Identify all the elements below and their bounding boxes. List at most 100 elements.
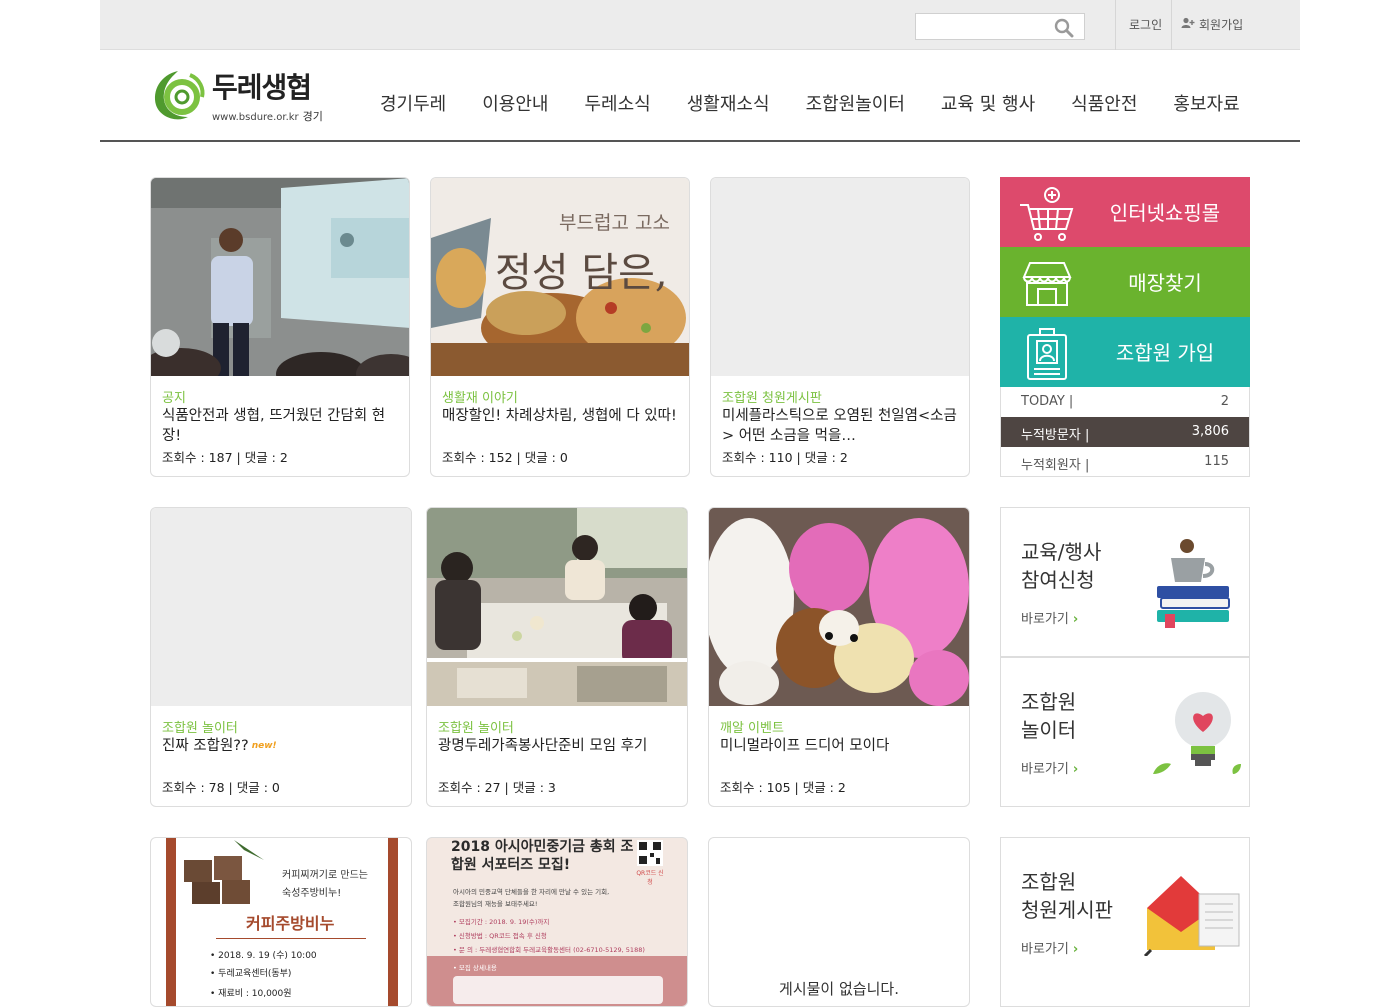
post-meta: 조회수 : 78 | 댓글 : 0 (162, 780, 280, 795)
post-thumbnail (427, 508, 687, 706)
leaf-logo-icon (150, 67, 206, 127)
user-plus-icon (1181, 17, 1195, 32)
chevron-right-icon: › (1072, 612, 1079, 627)
site-header: 두레생협 www.bsdure.or.kr 경기 경기두레 이용안내 두레소식 생… (100, 50, 1300, 142)
coffee-books-icon (1151, 534, 1235, 636)
logo-brand: 두레생협 (212, 71, 312, 104)
stat-total-members: 누적회원자 | 115 (1001, 447, 1249, 477)
poster-title: 2018 아시아민중기금 총회 조합원 서포터즈 모집! (451, 839, 634, 873)
envelope-letter-icon (1141, 872, 1245, 960)
post-title[interactable]: 식품안전과 생협, 뜨거웠던 간담회 현장! (162, 406, 400, 446)
post-views: 조회수 : 27 (438, 780, 501, 795)
stat-value: 115 (1204, 454, 1229, 469)
lightbulb-heart-icon (1147, 684, 1243, 784)
post-meta: 조회수 : 187 | 댓글 : 2 (162, 450, 288, 465)
post-title-line[interactable]: 진짜 조합원?? new! (162, 736, 400, 756)
post-comments: 댓글 : 0 (236, 780, 280, 795)
post-category: 공지 (162, 391, 186, 406)
post-meta: 조회수 : 110 | 댓글 : 2 (722, 450, 848, 465)
post-thumbnail (709, 508, 969, 706)
member-petition-promo[interactable]: 조합원 청원게시판 바로가기 › (1000, 837, 1250, 1007)
post-thumbnail-placeholder (151, 508, 411, 706)
post-category: 조합원 놀이터 (438, 721, 514, 736)
login-link[interactable]: 로그인 (1129, 16, 1162, 33)
nav-item-product-news[interactable]: 생활재소식 (687, 90, 770, 116)
post-card[interactable]: 조합원 청원게시판 미세플라스틱으로 오염된 천일염<소금> 어떤 소금을 먹을… (710, 177, 970, 477)
poster-card[interactable]: 2018 아시아민중기금 총회 조합원 서포터즈 모집! QR코드 신청 아시아… (426, 837, 688, 1007)
poster-card[interactable]: 커피찌꺼기로 만드는 숙성주방비누! 커피주방비누 • 2018. 9. 19 … (150, 837, 412, 1007)
poster-line: • 모집기간 : 2018. 9. 19(수)까지 (453, 918, 550, 926)
promo-link[interactable]: 바로가기 › (1021, 938, 1078, 957)
online-shop-label: 인터넷쇼핑몰 (1109, 201, 1221, 225)
poster-line: • 신청방법 : QR코드 접속 후 신청 (453, 932, 547, 940)
nav-item-news[interactable]: 두레소식 (585, 90, 651, 116)
post-comments: 댓글 : 0 (524, 450, 568, 465)
empty-card: 게시물이 없습니다. (708, 837, 970, 1007)
nav-item-guide[interactable]: 이용안내 (482, 90, 548, 116)
post-title[interactable]: 미니멀라이프 드디어 모이다 (720, 736, 958, 756)
join-link[interactable]: 회원가입 (1181, 16, 1243, 33)
online-shop-button[interactable]: 인터넷쇼핑몰 (1000, 177, 1250, 247)
post-card[interactable]: 조합원 놀이터 진짜 조합원?? new! 조회수 : 78 | 댓글 : 0 (150, 507, 412, 807)
promo-title: 교육/행사 참여신청 (1021, 540, 1102, 592)
post-views: 조회수 : 78 (162, 780, 225, 795)
poster-detail: • 모집 상세내용 (453, 964, 497, 972)
poster-body: 조합원님의 재능을 보태주세요! (453, 900, 538, 908)
nav-item-promotion[interactable]: 홍보자료 (1173, 90, 1239, 116)
store-locator-button[interactable]: 매장찾기 (1000, 247, 1250, 317)
post-card[interactable]: 공지 식품안전과 생협, 뜨거웠던 간담회 현장! 조회수 : 187 | 댓글… (150, 177, 410, 477)
main-nav: 경기두레 이용안내 두레소식 생활재소식 조합원놀이터 교육 및 행사 식품안전… (380, 90, 1240, 116)
login-label: 로그인 (1129, 18, 1163, 32)
nav-item-food-safety[interactable]: 식품안전 (1071, 90, 1137, 116)
member-playground-promo[interactable]: 조합원 놀이터 바로가기 › (1000, 657, 1250, 807)
member-join-label: 조합원 가입 (1115, 341, 1215, 365)
post-title[interactable]: 광명두레가족봉사단준비 모임 후기 (438, 736, 676, 756)
post-title[interactable]: 매장할인! 차례상차림, 생협에 다 있따! (442, 406, 680, 426)
post-category: 조합원 청원게시판 (722, 391, 822, 406)
member-join-button[interactable]: 조합원 가입 (1000, 317, 1250, 387)
poster-title: 커피주방비누 (246, 914, 335, 933)
stat-value: 2 (1220, 394, 1229, 409)
post-comments: 댓글 : 2 (244, 450, 288, 465)
search-box[interactable] (915, 13, 1085, 40)
nav-item-member-playground[interactable]: 조합원놀이터 (806, 90, 905, 116)
post-category: 생활재 이야기 (442, 391, 518, 406)
post-views: 조회수 : 110 (722, 450, 793, 465)
post-views: 조회수 : 152 (442, 450, 513, 465)
stat-value: 3,806 (1191, 424, 1229, 439)
search-icon[interactable] (1054, 18, 1074, 42)
post-category: 깨알 이벤트 (720, 721, 784, 736)
nav-item-gyeonggi-dure[interactable]: 경기두레 (380, 90, 446, 116)
promo-title: 조합원 놀이터 (1021, 690, 1077, 742)
post-card[interactable]: 깨알 이벤트 미니멀라이프 드디어 모이다 조회수 : 105 | 댓글 : 2 (708, 507, 970, 807)
qr-code-icon (637, 840, 663, 866)
logo-region: 경기 (302, 110, 323, 123)
thumb-caption-small: 부드럽고 고소 (559, 212, 670, 234)
new-badge: new! (251, 741, 277, 751)
top-bar: 로그인 회원가입 (100, 0, 1300, 50)
poster-place: • 두레교육센터(동부) (210, 969, 292, 979)
post-thumbnail: 부드럽고 고소 정성 담은, (431, 178, 689, 376)
post-card[interactable]: 부드럽고 고소 정성 담은, 생활재 이야기 매장할인! 차례상차림, 생협에 … (430, 177, 690, 477)
post-title[interactable]: 미세플라스틱으로 오염된 천일염<소금> 어떤 소금을 먹을… (722, 406, 960, 446)
post-card[interactable]: 조합원 놀이터 광명두레가족봉사단준비 모임 후기 조회수 : 27 | 댓글 … (426, 507, 688, 807)
promo-link[interactable]: 바로가기 › (1021, 608, 1078, 627)
top-divider (1171, 0, 1172, 50)
poster-subtitle: 숙성주방비누! (282, 888, 342, 899)
search-input[interactable] (916, 14, 1046, 39)
promo-link[interactable]: 바로가기 › (1021, 758, 1078, 777)
education-event-promo[interactable]: 교육/행사 참여신청 바로가기 › (1000, 507, 1250, 657)
logo-url-line: www.bsdure.or.kr 경기 (212, 108, 323, 124)
poster-date: • 2018. 9. 19 (수) 10:00 (210, 951, 317, 961)
top-divider (1115, 0, 1116, 50)
poster-body: 아시아의 민중교역 단체들을 한 자리에 만날 수 있는 기회, (453, 888, 610, 896)
nav-item-education-events[interactable]: 교육 및 행사 (941, 90, 1035, 116)
site-logo[interactable]: 두레생협 www.bsdure.or.kr 경기 (150, 64, 323, 127)
post-title: 진짜 조합원?? (162, 738, 249, 754)
promo-title: 조합원 청원게시판 (1021, 870, 1113, 922)
join-label: 회원가입 (1199, 18, 1244, 32)
post-thumbnail (151, 178, 409, 376)
store-locator-label: 매장찾기 (1128, 271, 1202, 295)
post-thumbnail-placeholder (711, 178, 969, 376)
supporters-poster: 2018 아시아민중기금 총회 조합원 서포터즈 모집! QR코드 신청 아시아… (427, 838, 687, 1006)
